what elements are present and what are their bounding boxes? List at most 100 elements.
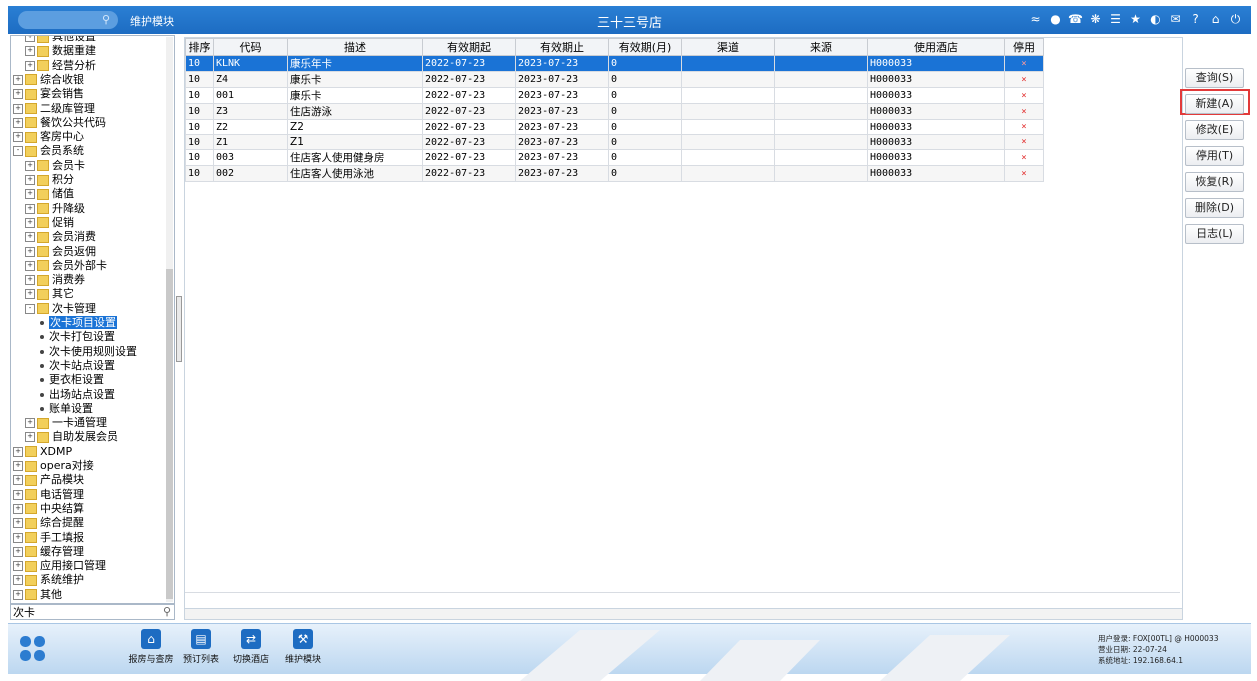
expand-icon[interactable]: + xyxy=(13,589,23,600)
taskbar-reservation-list[interactable]: ▤ 预订列表 xyxy=(176,629,226,665)
table-row[interactable]: 10 Z3 住店游泳 2022-07-23 2023-07-23 0 H000033 × xyxy=(185,103,1044,120)
power-icon[interactable]: ⏻ xyxy=(1228,11,1243,28)
expand-icon[interactable]: + xyxy=(13,546,23,557)
tree-item[interactable]: + 系统维护 xyxy=(13,573,84,587)
taskbar-maintenance[interactable]: ⚒ 维护模块 xyxy=(278,629,328,665)
tree-item[interactable]: - 会员系统 xyxy=(13,144,84,158)
tree-item[interactable]: + 客房中心 xyxy=(13,130,84,144)
expand-icon[interactable]: + xyxy=(13,117,23,128)
tree-item[interactable]: 次卡使用规则设置 xyxy=(37,345,137,359)
tree-item[interactable]: 次卡站点设置 xyxy=(37,359,115,373)
grid-horizontal-scrollbar[interactable] xyxy=(184,608,1183,620)
tree-item[interactable]: + 会员返佣 xyxy=(25,245,96,259)
tree-item[interactable]: + 升降级 xyxy=(25,202,85,216)
expand-icon[interactable]: + xyxy=(13,103,23,114)
modify-button[interactable]: 修改(E) xyxy=(1185,120,1244,140)
table-row[interactable]: 10 Z1 Z1 2022-07-23 2023-07-23 0 H000033 × xyxy=(185,134,1044,150)
expand-icon[interactable]: + xyxy=(25,289,35,300)
disable-button[interactable]: 停用(T) xyxy=(1185,146,1244,166)
taskbar-switch-hotel[interactable]: ⇄ 切换酒店 xyxy=(226,629,276,665)
expand-icon[interactable]: + xyxy=(13,461,23,471)
mail-icon[interactable]: ✉ xyxy=(1168,11,1183,28)
expand-icon[interactable]: + xyxy=(25,260,35,271)
taskbar-room-status[interactable]: ⌂ 报房与查房 xyxy=(126,629,176,665)
table-row[interactable]: 10 001 康乐卡 2022-07-23 2023-07-23 0 H000033 × xyxy=(185,87,1044,104)
tree-item[interactable]: + 中央结算 xyxy=(13,502,84,516)
tree-item[interactable]: + 手工填报 xyxy=(13,531,84,545)
expand-icon[interactable]: + xyxy=(13,561,23,572)
table-row[interactable]: 10 Z2 Z2 2022-07-23 2023-07-23 0 H000033 × xyxy=(185,119,1044,135)
expand-icon[interactable]: + xyxy=(13,89,23,100)
search-icon[interactable]: ⚲ xyxy=(163,605,171,619)
tree-item[interactable]: + 宴会销售 xyxy=(13,87,84,101)
expand-icon[interactable]: + xyxy=(25,418,35,429)
tree-item[interactable]: + 缓存管理 xyxy=(13,545,84,559)
expand-icon[interactable]: + xyxy=(13,446,23,457)
global-search[interactable]: ⚲ xyxy=(18,11,118,29)
table-row[interactable]: 10 Z4 康乐卡 2022-07-23 2023-07-23 0 H000033 × xyxy=(185,71,1044,88)
expand-icon[interactable]: + xyxy=(25,275,35,286)
expand-icon[interactable]: + xyxy=(13,532,23,543)
tree-item[interactable]: + 消费券 xyxy=(25,273,85,287)
tree-item[interactable]: 更衣柜设置 xyxy=(37,373,104,387)
tree-item[interactable]: + 应用接口管理 xyxy=(13,559,106,573)
expand-icon[interactable]: + xyxy=(25,203,35,214)
tree-item[interactable]: + 经营分析 xyxy=(25,59,96,73)
column-header[interactable]: 停用 xyxy=(1004,38,1044,56)
expand-icon[interactable]: + xyxy=(25,432,35,443)
expand-icon[interactable]: + xyxy=(25,160,35,171)
tree-item[interactable]: + 电话管理 xyxy=(13,488,84,502)
tree-item[interactable]: + 促销 xyxy=(25,216,74,230)
tree-item[interactable]: + 积分 xyxy=(25,173,74,187)
tree-item[interactable]: + 会员卡 xyxy=(25,159,85,173)
tree-item[interactable]: + 综合收银 xyxy=(13,73,84,87)
column-header[interactable]: 有效期起 xyxy=(422,38,516,56)
help-icon[interactable]: ? xyxy=(1188,11,1203,28)
wifi-icon[interactable]: ≈ xyxy=(1028,11,1043,28)
collapse-icon[interactable]: - xyxy=(13,146,23,157)
tree-scrollbar[interactable] xyxy=(166,37,173,602)
column-header[interactable]: 来源 xyxy=(774,38,868,56)
column-header[interactable]: 渠道 xyxy=(681,38,775,56)
tree-item[interactable]: + 储值 xyxy=(25,187,74,201)
tree-item[interactable]: + 会员消费 xyxy=(25,230,96,244)
tree-item[interactable]: + 综合提醒 xyxy=(13,516,84,530)
expand-icon[interactable]: + xyxy=(25,46,35,57)
new-button[interactable]: 新建(A) xyxy=(1185,94,1244,114)
tree-item[interactable]: + 其它 xyxy=(25,287,74,301)
column-header[interactable]: 使用酒店 xyxy=(867,38,1005,56)
expand-icon[interactable]: + xyxy=(13,74,23,85)
delete-button[interactable]: 删除(D) xyxy=(1185,198,1244,218)
expand-icon[interactable]: + xyxy=(25,246,35,257)
expand-icon[interactable]: + xyxy=(25,36,35,42)
tree-scrollbar-thumb[interactable] xyxy=(166,269,173,599)
tree-item[interactable]: + 产品模块 xyxy=(13,473,84,487)
tree-item[interactable]: 账单设置 xyxy=(37,402,93,416)
phone-icon[interactable]: ☎ xyxy=(1068,11,1083,28)
column-header[interactable]: 描述 xyxy=(287,38,423,56)
collapse-icon[interactable]: - xyxy=(25,303,35,314)
expand-icon[interactable]: + xyxy=(25,232,35,243)
tree-item[interactable]: + 餐饮公共代码 xyxy=(13,116,106,130)
palette-icon[interactable]: ❋ xyxy=(1088,11,1103,28)
tree-item[interactable]: 出场站点设置 xyxy=(37,388,115,402)
column-header[interactable]: 排序 xyxy=(185,38,214,56)
tree-item[interactable]: + 二级库管理 xyxy=(13,102,95,116)
tree-item[interactable]: + 一卡通管理 xyxy=(25,416,107,430)
query-button[interactable]: 查询(S) xyxy=(1185,68,1244,88)
tree-search-input[interactable] xyxy=(11,605,155,619)
moon-icon[interactable]: ◐ xyxy=(1148,11,1163,28)
tree-item[interactable]: + 其他 xyxy=(13,588,62,602)
log-button[interactable]: 日志(L) xyxy=(1185,224,1244,244)
expand-icon[interactable]: + xyxy=(13,489,23,500)
star-icon[interactable]: ★ xyxy=(1128,11,1143,28)
column-header[interactable]: 代码 xyxy=(213,38,288,56)
expand-icon[interactable]: + xyxy=(13,503,23,514)
table-row[interactable]: 10 003 住店客人使用健身房 2022-07-23 2023-07-23 0 H0000… xyxy=(185,149,1044,166)
expand-icon[interactable]: + xyxy=(25,175,35,185)
table-row[interactable]: 10 002 住店客人使用泳池 2022-07-23 2023-07-23 0 H00003… xyxy=(185,165,1044,182)
expand-icon[interactable]: + xyxy=(25,189,35,200)
table-row[interactable]: 10 KLNK 康乐年卡 2022-07-23 2023-07-23 0 H000033 × xyxy=(185,55,1044,72)
chat-icon[interactable]: ● xyxy=(1048,11,1063,28)
tree-item[interactable]: - 次卡管理 xyxy=(25,302,96,316)
